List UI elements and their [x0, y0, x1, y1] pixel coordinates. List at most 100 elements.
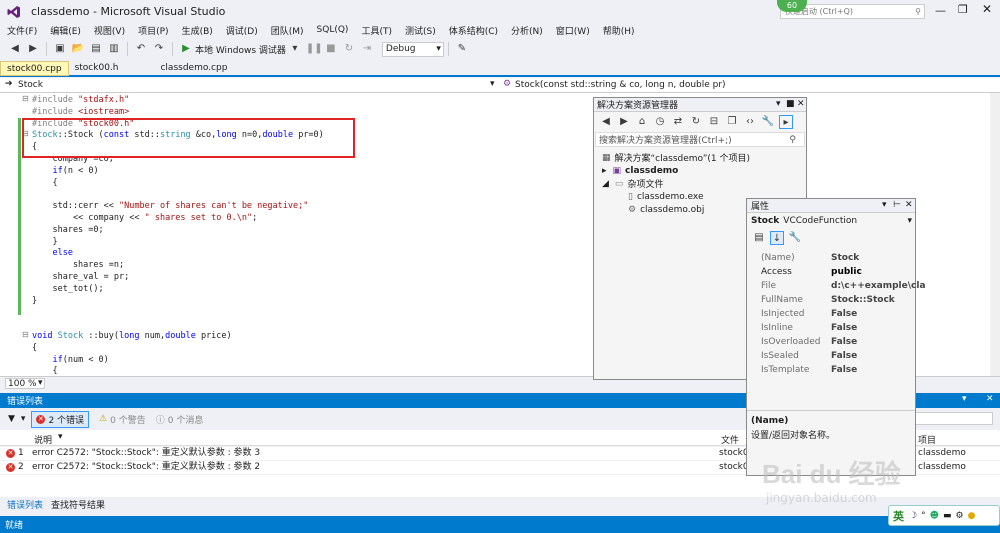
copy-icon[interactable]: ❐ — [725, 115, 739, 129]
user-icon[interactable]: ☻ — [930, 511, 939, 521]
menu-item[interactable]: 团队(M) — [271, 24, 304, 37]
property-row[interactable]: File d:\c++example\cla — [761, 279, 926, 293]
expand-icon[interactable]: ▸ — [602, 166, 607, 176]
new-project-icon[interactable]: ▣ — [53, 42, 67, 56]
wrench-icon[interactable]: 🔧 — [788, 231, 802, 245]
menu-item[interactable]: 编辑(E) — [50, 24, 81, 37]
moon-icon[interactable]: ☽ — [909, 511, 917, 521]
attach-icon[interactable]: ✎ — [455, 42, 469, 56]
code-line[interactable]: { — [32, 343, 37, 355]
warnings-toggle[interactable]: ⚠ 0 个警告 — [99, 413, 146, 426]
chevron-down-icon[interactable]: ▾ — [58, 432, 63, 442]
tab-stock00-h[interactable]: stock00.h — [69, 61, 125, 76]
code-line[interactable]: set_tot(); — [32, 284, 103, 296]
undo-icon[interactable]: ↶ — [134, 42, 148, 56]
config-select[interactable]: Debug ▾ — [381, 41, 444, 57]
outline-toggle-icon[interactable]: ⊟ — [22, 330, 29, 339]
pin-icon[interactable]: ▾ — [962, 394, 967, 404]
maximize-icon[interactable]: ■ — [786, 99, 795, 109]
back-icon[interactable]: ◀ — [8, 42, 22, 56]
refresh-icon[interactable]: ↻ — [689, 115, 703, 129]
history-icon[interactable]: ◷ — [653, 115, 667, 129]
tree-solution[interactable]: ▦ 解决方案“classdemo”(1 个项目) — [594, 151, 806, 165]
chevron-down-icon[interactable]: ▾ — [490, 79, 495, 89]
search-icon[interactable]: ⚲ — [789, 135, 796, 145]
close-icon[interactable]: ✕ — [905, 200, 913, 210]
code-icon[interactable]: ‹› — [743, 115, 757, 129]
settings-icon[interactable]: ⚙ — [955, 511, 963, 521]
code-line[interactable]: { — [32, 366, 57, 376]
bottom-tab[interactable]: 查找符号结果 — [51, 498, 105, 511]
tab-stock00-cpp[interactable]: stock00.cpp — [0, 60, 69, 76]
pin-icon[interactable]: ⊢ — [893, 200, 901, 210]
start-debug-icon[interactable]: ▶ — [179, 42, 193, 56]
menu-item[interactable]: 生成(B) — [182, 24, 213, 37]
restore-button[interactable]: ❐ — [958, 3, 968, 16]
col-project[interactable]: 项目 — [918, 433, 936, 446]
menu-item[interactable]: 工具(T) — [361, 24, 392, 37]
notification-badge[interactable]: 60 — [777, 0, 807, 12]
solution-search-input[interactable]: 搜索解决方案资源管理器(Ctrl+;) ⚲ — [595, 132, 805, 147]
code-line[interactable]: #include "stdafx.h" — [32, 95, 129, 107]
code-line[interactable]: void Stock ::buy(long num,double price) — [32, 331, 232, 343]
bottom-tab[interactable]: 错误列表 — [7, 498, 43, 511]
keyboard-icon[interactable]: ▬ — [943, 511, 952, 521]
pause-icon[interactable]: ❚❚ — [306, 42, 323, 56]
menu-item[interactable]: 帮助(H) — [603, 24, 635, 37]
chevron-down-icon[interactable]: ▾ — [21, 414, 26, 424]
code-line[interactable]: { — [32, 178, 57, 190]
messages-toggle[interactable]: ⓘ 0 个消息 — [156, 413, 204, 426]
editor-scrollbar[interactable] — [990, 93, 1000, 376]
outline-toggle-icon[interactable]: ⊟ — [22, 94, 29, 103]
search-errors-input[interactable] — [915, 412, 993, 425]
property-row[interactable]: IsInjected False — [761, 307, 915, 321]
col-description[interactable]: 说明 — [34, 433, 52, 446]
collapse-arrow-icon[interactable]: ◢ — [602, 179, 609, 189]
code-line[interactable]: if(n < 0) — [32, 166, 98, 178]
code-line[interactable]: share_val = pr; — [32, 272, 129, 284]
property-row[interactable]: Access public — [761, 265, 915, 279]
open-file-icon[interactable]: 📂 — [71, 42, 85, 56]
property-row[interactable]: IsInline False — [761, 321, 915, 335]
nav-scope-dropdown[interactable]: Stock — [18, 80, 43, 90]
code-line[interactable]: if(num < 0) — [32, 355, 108, 367]
menu-item[interactable]: 测试(S) — [405, 24, 436, 37]
code-line[interactable]: std::cerr << "Number of shares can't be … — [32, 201, 308, 213]
code-line[interactable]: << company << " shares set to 0.\n"; — [32, 213, 257, 225]
search-icon[interactable]: ⚲ — [915, 5, 921, 18]
categorized-icon[interactable]: ▤ — [752, 231, 766, 245]
alphabetical-icon[interactable]: ↓ — [770, 231, 784, 245]
code-line[interactable]: #include <iostream> — [32, 107, 129, 119]
chevron-down-icon[interactable]: ▾ — [38, 378, 43, 388]
save-all-icon[interactable]: ▥ — [107, 42, 121, 56]
forward-icon[interactable]: ▶ — [617, 115, 631, 129]
back-icon[interactable]: ◀ — [599, 115, 613, 129]
property-row[interactable]: (Name) Stock — [761, 251, 915, 265]
code-line[interactable]: shares =n; — [32, 260, 124, 272]
properties-object-select[interactable]: Stock VCCodeFunction ▾ — [747, 213, 915, 229]
menu-item[interactable]: 调试(D) — [226, 24, 258, 37]
menu-item[interactable]: 项目(P) — [138, 24, 168, 37]
ime-mode[interactable]: 英 — [893, 508, 904, 524]
chevron-down-icon[interactable]: ▾ — [882, 200, 887, 210]
menu-item[interactable]: 视图(V) — [94, 24, 125, 37]
property-row[interactable]: IsSealed False — [761, 349, 915, 363]
minimize-button[interactable]: — — [935, 4, 946, 17]
menu-item[interactable]: 体系结构(C) — [449, 24, 498, 37]
nav-member-dropdown[interactable]: Stock(const std::string & co, long n, do… — [515, 80, 726, 90]
code-line[interactable]: shares =0; — [32, 225, 103, 237]
code-line[interactable]: } — [32, 237, 57, 249]
close-icon[interactable]: ✕ — [986, 394, 994, 404]
tree-project[interactable]: ▸ ▣ classdemo — [594, 164, 806, 177]
collapse-icon[interactable]: ⊟ — [707, 115, 721, 129]
filter-icon[interactable]: ▼ — [8, 414, 15, 424]
menu-item[interactable]: 分析(N) — [511, 24, 543, 37]
code-line[interactable]: else — [32, 248, 72, 260]
punct-icon[interactable]: ° — [921, 511, 926, 521]
chevron-down-icon[interactable]: ▾ — [776, 99, 781, 109]
menu-item[interactable]: 文件(F) — [7, 24, 37, 37]
stop-icon[interactable]: ■ — [324, 42, 338, 56]
property-row[interactable]: FullName Stock::Stock — [761, 293, 915, 307]
col-file[interactable]: 文件 — [721, 433, 739, 446]
preview-icon[interactable]: ▸ — [779, 115, 793, 129]
